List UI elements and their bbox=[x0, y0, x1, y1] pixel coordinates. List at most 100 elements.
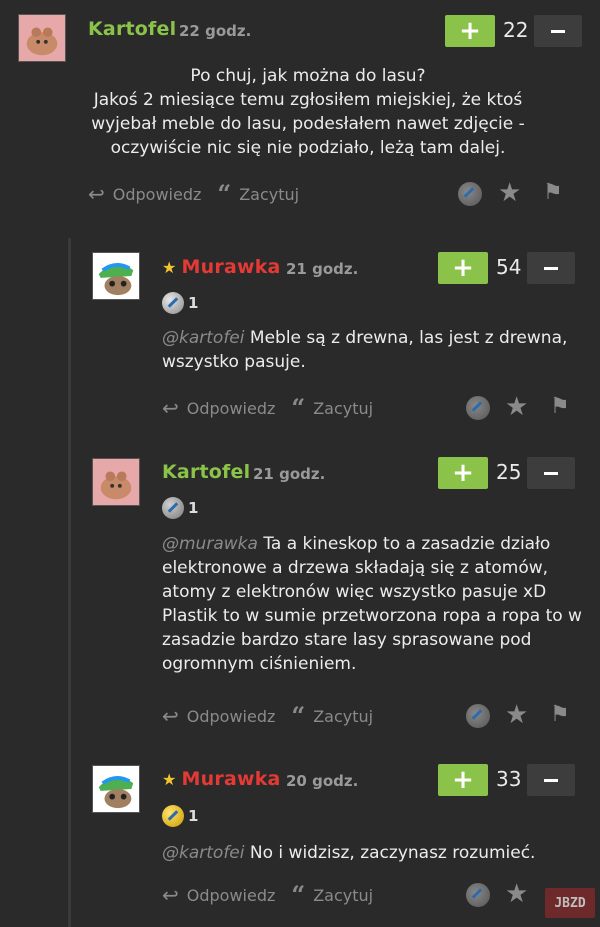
star-icon: ★ bbox=[498, 178, 522, 208]
timestamp: 21 godz. bbox=[286, 260, 359, 278]
avatar[interactable] bbox=[92, 252, 140, 300]
downvote-button[interactable] bbox=[527, 457, 575, 489]
reply-button[interactable]: ↩ Odpowiedz bbox=[162, 704, 275, 728]
downvote-button[interactable] bbox=[534, 15, 582, 47]
user-badge: 1 bbox=[162, 292, 198, 314]
badge-icon bbox=[466, 883, 490, 907]
comment-body: Ta a kineskop to a zasadzie działo elekt… bbox=[162, 534, 582, 674]
comment-text: @kartofei No i widzisz, zaczynasz rozumi… bbox=[162, 841, 582, 865]
vote-count: 22 bbox=[503, 18, 529, 42]
quote-label: Zacytuj bbox=[313, 885, 374, 905]
reply-arrow-icon: ↩ bbox=[162, 396, 179, 420]
user-badge: 1 bbox=[162, 497, 198, 519]
star-icon: ★ bbox=[505, 700, 529, 730]
comment-text: @murawka Ta a kineskop to a zasadzie dzi… bbox=[162, 532, 587, 676]
mention-link[interactable]: @murawka bbox=[162, 534, 258, 554]
badge-count: 1 bbox=[188, 807, 199, 825]
badge-count: 1 bbox=[188, 294, 199, 312]
username[interactable]: ★ Murawka bbox=[162, 768, 281, 790]
comment-actions: ↩ Odpowiedz “ Zacytuj bbox=[162, 393, 389, 422]
badge-icon bbox=[466, 704, 490, 728]
flag-icon: ⚑ bbox=[550, 702, 570, 727]
upvote-button[interactable]: + bbox=[438, 457, 488, 489]
quote-button[interactable]: “ Zacytuj bbox=[291, 393, 374, 422]
timestamp: 22 godz. bbox=[179, 22, 252, 40]
avatar[interactable] bbox=[92, 458, 140, 506]
minus-icon bbox=[551, 29, 565, 33]
minus-icon bbox=[544, 471, 558, 475]
badge-icon bbox=[162, 497, 184, 519]
vote-count: 54 bbox=[496, 255, 522, 279]
star-badge-icon: ★ bbox=[162, 770, 177, 789]
reply-button[interactable]: ↩ Odpowiedz bbox=[88, 182, 201, 206]
avatar[interactable] bbox=[92, 765, 140, 813]
reply-label: Odpowiedz bbox=[186, 706, 276, 726]
reply-arrow-icon: ↩ bbox=[162, 883, 179, 907]
favorite-button[interactable]: ★ bbox=[505, 700, 528, 730]
reply-label: Odpowiedz bbox=[112, 184, 202, 204]
favorite-button[interactable]: ★ bbox=[505, 392, 528, 422]
mention-link[interactable]: @kartofei bbox=[162, 843, 245, 863]
reply-arrow-icon: ↩ bbox=[162, 704, 179, 728]
badge-icon bbox=[458, 182, 482, 206]
badge-icon bbox=[162, 292, 184, 314]
report-button[interactable]: ⚑ bbox=[550, 394, 570, 419]
quote-icon: “ bbox=[291, 880, 306, 909]
star-icon: ★ bbox=[505, 392, 529, 422]
badge-give-button[interactable] bbox=[466, 883, 490, 911]
star-badge-icon: ★ bbox=[162, 258, 177, 277]
quote-icon: “ bbox=[291, 393, 306, 422]
thread-line bbox=[68, 238, 71, 927]
badge-icon bbox=[162, 805, 184, 827]
flag-icon: ⚑ bbox=[543, 180, 563, 205]
quote-label: Zacytuj bbox=[239, 184, 300, 204]
vote-count: 25 bbox=[496, 460, 522, 484]
quote-icon: “ bbox=[291, 701, 306, 730]
quote-button[interactable]: “ Zacytuj bbox=[217, 179, 300, 208]
mention-link[interactable]: @kartofei bbox=[162, 328, 245, 348]
minus-icon bbox=[544, 778, 558, 782]
quote-button[interactable]: “ Zacytuj bbox=[291, 701, 374, 730]
badge-icon bbox=[466, 396, 490, 420]
username[interactable]: ★ Murawka bbox=[162, 256, 281, 278]
comment-text: Po chuj, jak można do lasu? Jakoś 2 mies… bbox=[88, 64, 528, 160]
minus-icon bbox=[544, 266, 558, 270]
favorite-button[interactable]: ★ bbox=[498, 178, 521, 208]
username[interactable]: Kartofel bbox=[88, 18, 176, 40]
badge-give-button[interactable] bbox=[466, 396, 490, 424]
upvote-button[interactable]: + bbox=[438, 252, 488, 284]
comment-body: No i widzisz, zaczynasz rozumieć. bbox=[244, 843, 536, 863]
reply-arrow-icon: ↩ bbox=[88, 182, 105, 206]
quote-icon: “ bbox=[217, 179, 232, 208]
comment-actions: ↩ Odpowiedz “ Zacytuj bbox=[162, 880, 389, 909]
comment-actions: ↩ Odpowiedz “ Zacytuj bbox=[162, 701, 389, 730]
timestamp: 21 godz. bbox=[253, 465, 326, 483]
comment-body: Po chuj, jak można do lasu? Jakoś 2 mies… bbox=[91, 66, 525, 158]
upvote-button[interactable]: + bbox=[445, 15, 495, 47]
badge-give-button[interactable] bbox=[466, 704, 490, 732]
avatar[interactable] bbox=[18, 14, 66, 62]
quote-label: Zacytuj bbox=[313, 706, 374, 726]
user-badge: 1 bbox=[162, 805, 198, 827]
report-button[interactable]: ⚑ bbox=[550, 702, 570, 727]
upvote-button[interactable]: + bbox=[438, 764, 488, 796]
downvote-button[interactable] bbox=[527, 764, 575, 796]
report-button[interactable]: ⚑ bbox=[543, 180, 563, 205]
reply-button[interactable]: ↩ Odpowiedz bbox=[162, 883, 275, 907]
comment-actions: ↩ Odpowiedz “ Zacytuj bbox=[88, 179, 315, 208]
downvote-button[interactable] bbox=[527, 252, 575, 284]
star-icon: ★ bbox=[505, 879, 529, 909]
badge-give-button[interactable] bbox=[458, 182, 482, 210]
favorite-button[interactable]: ★ bbox=[505, 879, 528, 909]
flag-icon: ⚑ bbox=[550, 394, 570, 419]
username[interactable]: Kartofel bbox=[162, 461, 250, 483]
comment-text: @kartofei Meble są z drewna, las jest z … bbox=[162, 326, 582, 374]
username-label: Murawka bbox=[181, 256, 281, 278]
reply-label: Odpowiedz bbox=[186, 398, 276, 418]
quote-button[interactable]: “ Zacytuj bbox=[291, 880, 374, 909]
watermark-logo: JBZD bbox=[545, 888, 595, 918]
vote-count: 33 bbox=[496, 767, 522, 791]
reply-button[interactable]: ↩ Odpowiedz bbox=[162, 396, 275, 420]
quote-label: Zacytuj bbox=[313, 398, 374, 418]
reply-label: Odpowiedz bbox=[186, 885, 276, 905]
